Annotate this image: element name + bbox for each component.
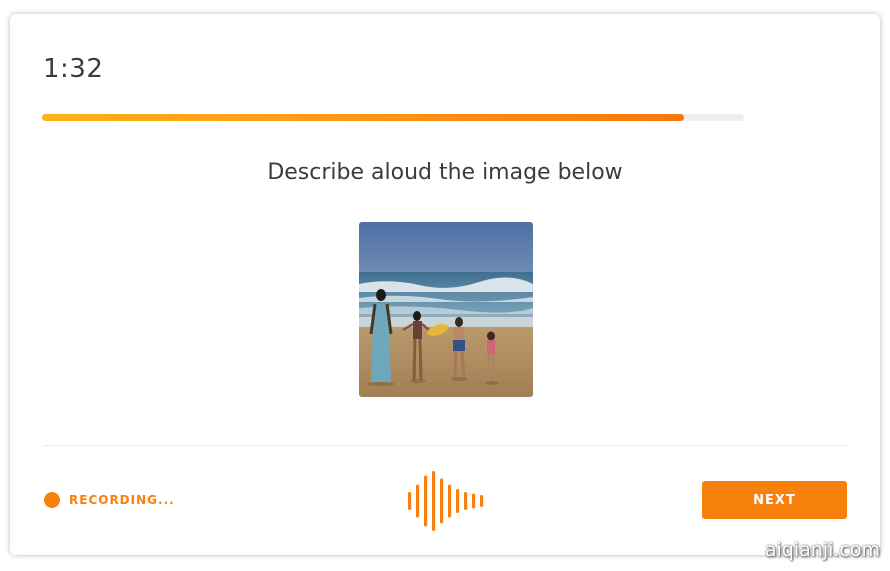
waveform-bar (440, 478, 444, 524)
waveform-bar (432, 471, 436, 531)
recording-status-label: RECORDING... (69, 493, 175, 507)
footer-divider (43, 445, 849, 446)
progress-bar-fill (42, 114, 685, 121)
waveform-bar (408, 492, 412, 510)
waveform-bar (472, 493, 476, 509)
beach-photo-illustration (359, 222, 533, 397)
countdown-timer: 1:32 (43, 54, 104, 84)
audio-waveform-icon (408, 471, 484, 531)
recording-indicator-dot (44, 492, 60, 508)
next-button[interactable]: NEXT (702, 481, 847, 519)
waveform-bar (416, 484, 420, 518)
watermark-text: aiqianji.com (764, 539, 880, 561)
beach-photo (359, 222, 533, 397)
progress-bar (42, 114, 744, 121)
waveform-bar (456, 489, 460, 513)
question-prompt: Describe aloud the image below (267, 160, 623, 185)
waveform-bar (424, 475, 428, 527)
waveform-bar (464, 492, 468, 510)
speaking-question-card: 1:32 Describe aloud the image below RECO… (10, 14, 880, 555)
waveform-bar (448, 484, 452, 518)
waveform-bar (480, 495, 484, 507)
